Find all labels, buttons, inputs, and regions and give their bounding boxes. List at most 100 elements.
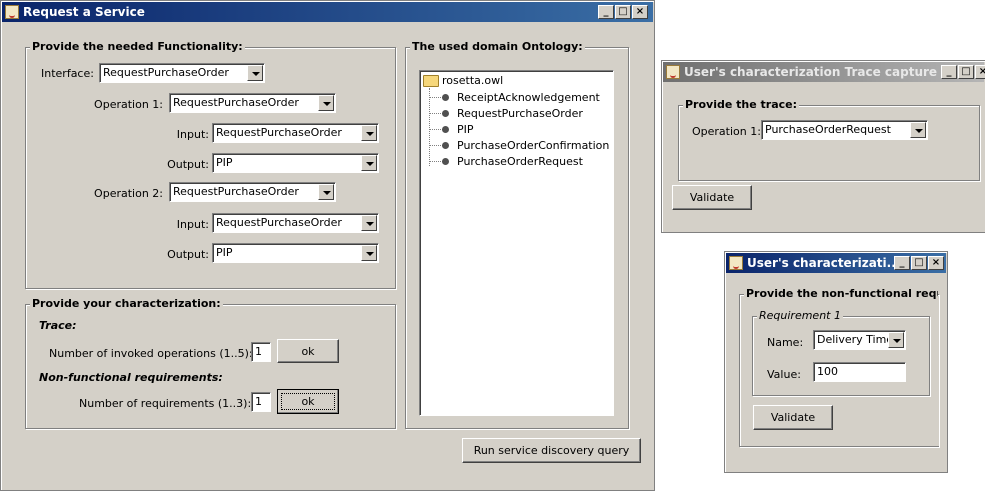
interface-value: RequestPurchaseOrder: [103, 66, 229, 79]
operation2-value: RequestPurchaseOrder: [173, 185, 299, 198]
chevron-down-icon[interactable]: [361, 155, 377, 171]
leaf-dot-icon: [442, 94, 449, 101]
trace-heading: Trace:: [39, 319, 77, 332]
operation1-select[interactable]: RequestPurchaseOrder: [169, 93, 336, 113]
requirements-count-input[interactable]: 1: [251, 392, 271, 412]
tree-line: [429, 97, 443, 98]
chevron-down-icon[interactable]: [910, 122, 926, 138]
op1-output-select[interactable]: PIP: [212, 153, 379, 173]
tree-item-label: PurchaseOrderConfirmation: [457, 139, 610, 152]
requirement1-group: Requirement 1: [752, 309, 930, 396]
java-cup-icon: [5, 5, 19, 19]
tree-item[interactable]: PurchaseOrderRequest: [442, 155, 583, 168]
requirement1-legend: Requirement 1: [757, 309, 843, 322]
op2-output-value: PIP: [216, 246, 233, 259]
tree-item[interactable]: RequestPurchaseOrder: [442, 107, 583, 120]
tree-item[interactable]: PIP: [442, 123, 474, 136]
folder-icon: [423, 74, 439, 87]
tree-line: [429, 161, 443, 162]
interface-label: Interface:: [41, 67, 94, 80]
nf-requirements-heading: Non-functional requirements:: [39, 371, 223, 384]
nf-name-label: Name:: [767, 336, 804, 349]
leaf-dot-icon: [442, 126, 449, 133]
trace-window-title: User's characterization Trace capture: [684, 65, 938, 79]
minimize-button[interactable]: _: [941, 65, 957, 79]
chevron-down-icon[interactable]: [361, 125, 377, 141]
tree-line: [429, 113, 443, 114]
tree-root[interactable]: rosetta.owl: [423, 74, 503, 87]
operation2-select[interactable]: RequestPurchaseOrder: [169, 182, 336, 202]
tree-item-label: PurchaseOrderRequest: [457, 155, 583, 168]
trace-validate-button[interactable]: Validate: [672, 185, 752, 210]
nf-name-select[interactable]: Delivery Time: [813, 330, 906, 350]
interface-select[interactable]: RequestPurchaseOrder: [99, 63, 265, 83]
tree-item[interactable]: PurchaseOrderConfirmation: [442, 139, 609, 152]
window-controls: _ □ ×: [941, 65, 985, 79]
window-controls: _ □ ×: [598, 5, 648, 19]
leaf-dot-icon: [442, 158, 449, 165]
tree-line: [429, 88, 430, 166]
close-button[interactable]: ×: [928, 256, 944, 270]
op1-input-select[interactable]: RequestPurchaseOrder: [212, 123, 379, 143]
maximize-button[interactable]: □: [958, 65, 974, 79]
java-cup-icon: [666, 65, 680, 79]
java-cup-icon: [729, 256, 743, 270]
nf-value-input[interactable]: 100: [813, 362, 906, 382]
tree-item-label: ReceiptAcknowledgement: [457, 91, 600, 104]
invoked-operations-label: Number of invoked operations (1..5):: [49, 347, 253, 360]
close-button[interactable]: ×: [632, 5, 648, 19]
nf-window-title: User's characterizati...: [747, 256, 901, 270]
requirements-ok-button[interactable]: ok: [277, 389, 339, 414]
invoked-ok-button[interactable]: ok: [277, 339, 339, 363]
window-title: Request a Service: [23, 5, 145, 19]
leaf-dot-icon: [442, 142, 449, 149]
characterization-legend: Provide your characterization:: [30, 297, 223, 310]
trace-operation1-label: Operation 1:: [692, 125, 761, 138]
op2-input-select[interactable]: RequestPurchaseOrder: [212, 213, 379, 233]
op2-output-select[interactable]: PIP: [212, 243, 379, 263]
requirements-count-label: Number of requirements (1..3):: [79, 397, 252, 410]
chevron-down-icon[interactable]: [247, 65, 263, 81]
operation1-label: Operation 1:: [94, 98, 163, 111]
tree-line: [429, 129, 443, 130]
trace-capture-window: User's characterization Trace capture _ …: [661, 60, 985, 233]
op1-output-label: Output:: [167, 158, 209, 171]
minimize-button[interactable]: _: [598, 5, 614, 19]
chevron-down-icon[interactable]: [361, 215, 377, 231]
tree-item[interactable]: ReceiptAcknowledgement: [442, 91, 600, 104]
tree-item-label: RequestPurchaseOrder: [457, 107, 583, 120]
chevron-down-icon[interactable]: [318, 95, 334, 111]
op1-output-value: PIP: [216, 156, 233, 169]
ontology-tree[interactable]: rosetta.owl ReceiptAcknowledgement Reque…: [419, 70, 614, 416]
window-controls: _ □ ×: [894, 256, 944, 270]
chevron-down-icon[interactable]: [361, 245, 377, 261]
tree-item-label: PIP: [457, 123, 474, 136]
functionality-legend: Provide the needed Functionality:: [30, 40, 245, 53]
nf-requirements-window: User's characterizati... _ □ × Provide t…: [724, 251, 948, 473]
tree-line: [429, 145, 443, 146]
ontology-legend: The used domain Ontology:: [410, 40, 585, 53]
close-button[interactable]: ×: [975, 65, 985, 79]
op2-output-label: Output:: [167, 248, 209, 261]
op1-input-value: RequestPurchaseOrder: [216, 126, 342, 139]
operation1-value: RequestPurchaseOrder: [173, 96, 299, 109]
trace-group: Provide the trace:: [678, 98, 980, 181]
request-service-window: Request a Service _ □ × Provide the need…: [0, 0, 655, 491]
nf-validate-button[interactable]: Validate: [753, 405, 833, 430]
maximize-button[interactable]: □: [615, 5, 631, 19]
nf-name-value: Delivery Time: [817, 333, 894, 346]
chevron-down-icon[interactable]: [888, 332, 904, 348]
operation2-label: Operation 2:: [94, 187, 163, 200]
invoked-operations-input[interactable]: 1: [251, 342, 271, 362]
maximize-button[interactable]: □: [911, 256, 927, 270]
minimize-button[interactable]: _: [894, 256, 910, 270]
trace-capture-titlebar[interactable]: User's characterization Trace capture: [663, 62, 984, 82]
chevron-down-icon[interactable]: [318, 184, 334, 200]
request-service-titlebar[interactable]: Request a Service: [2, 2, 653, 22]
trace-operation1-value: PurchaseOrderRequest: [765, 123, 891, 136]
trace-operation1-select[interactable]: PurchaseOrderRequest: [761, 120, 928, 140]
run-discovery-query-button[interactable]: Run service discovery query: [462, 438, 641, 463]
op2-input-label: Input:: [176, 218, 209, 231]
nf-value-label: Value:: [767, 368, 801, 381]
op1-input-label: Input:: [176, 128, 209, 141]
